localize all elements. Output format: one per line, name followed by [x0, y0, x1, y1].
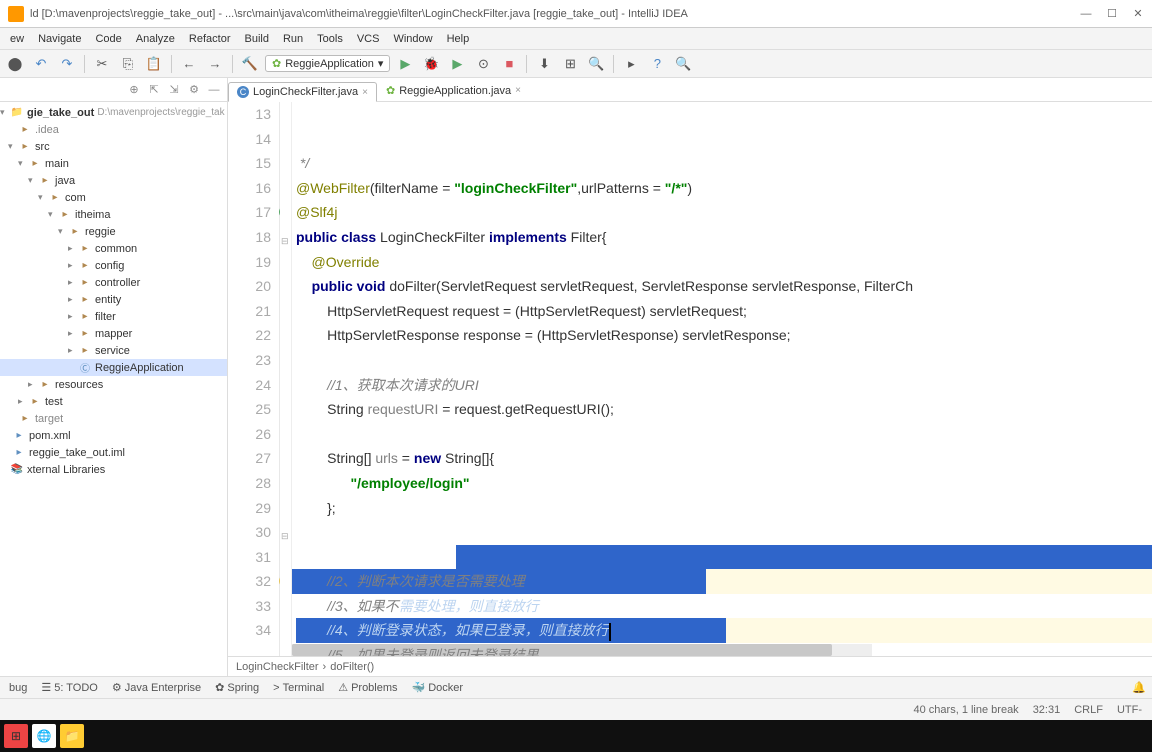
cut-icon[interactable]: ✂ — [91, 53, 113, 75]
tree-node-filter[interactable]: ▸▸filter — [0, 308, 227, 325]
menu-run[interactable]: Run — [277, 31, 309, 47]
tree-node-reggie_take_out.iml[interactable]: ▸reggie_take_out.iml — [0, 444, 227, 461]
selection-info: 40 chars, 1 line break — [914, 704, 1019, 716]
tree-node-resources[interactable]: ▸▸resources — [0, 376, 227, 393]
tool-tab-terminal[interactable]: > Terminal — [273, 682, 324, 694]
file-encoding[interactable]: UTF- — [1117, 704, 1142, 716]
tab-ReggieApplication.java[interactable]: ✿ReggieApplication.java× — [377, 80, 530, 101]
tool-tab-problems[interactable]: ⚠ Problems — [338, 681, 397, 694]
profile-button[interactable]: ⊙ — [472, 53, 494, 75]
editor-tabs: CLoginCheckFilter.java×✿ReggieApplicatio… — [228, 78, 1152, 102]
breadcrumb[interactable]: LoginCheckFilter›doFilter() — [228, 656, 1152, 676]
tab-LoginCheckFilter.java[interactable]: CLoginCheckFilter.java× — [228, 82, 377, 102]
title-bar: ld [D:\mavenprojects\reggie_take_out] - … — [0, 0, 1152, 28]
menu-vcs[interactable]: VCS — [351, 31, 386, 47]
close-icon: × — [362, 87, 368, 98]
tree-node-itheima[interactable]: ▾▸itheima — [0, 206, 227, 223]
back-button[interactable]: ⬤ — [4, 53, 26, 75]
start-icon[interactable]: ⊞ — [4, 724, 28, 748]
close-button[interactable]: ✕ — [1132, 8, 1144, 20]
chevron-down-icon: ▾ — [378, 57, 384, 70]
menu-window[interactable]: Window — [387, 31, 438, 47]
spring-icon: ✿ — [272, 57, 281, 70]
tree-node-com[interactable]: ▾▸com — [0, 189, 227, 206]
menu-navigate[interactable]: Navigate — [32, 31, 87, 47]
copy-icon[interactable]: ⎘ — [117, 53, 139, 75]
menu-code[interactable]: Code — [89, 31, 127, 47]
window-title: ld [D:\mavenprojects\reggie_take_out] - … — [30, 8, 1080, 20]
tree-node-ReggieApplication[interactable]: ⒸReggieApplication — [0, 359, 227, 376]
menu-tools[interactable]: Tools — [311, 31, 349, 47]
tool-tab-spring[interactable]: ✿ Spring — [215, 681, 259, 694]
app-icon — [8, 6, 24, 22]
paste-icon[interactable]: 📋 — [143, 53, 165, 75]
editor-area: CLoginCheckFilter.java×✿ReggieApplicatio… — [228, 78, 1152, 676]
settings-icon[interactable]: ▸ — [620, 53, 642, 75]
forward-nav-icon[interactable]: → — [204, 53, 226, 75]
tree-node-target[interactable]: ▸target — [0, 410, 227, 427]
close-icon: × — [515, 85, 521, 96]
tool-tab-bug[interactable]: bug — [6, 682, 27, 694]
line-separator[interactable]: CRLF — [1074, 704, 1103, 716]
tree-node-xternal Libraries[interactable]: 📚xternal Libraries — [0, 461, 227, 478]
tool-tab-docker[interactable]: 🐳 Docker — [412, 681, 464, 694]
menu-refactor[interactable]: Refactor — [183, 31, 237, 47]
search-everywhere-icon[interactable]: 🔍 — [672, 53, 694, 75]
build-icon[interactable]: 🔨 — [239, 53, 261, 75]
collapse-all-icon[interactable]: ⇲ — [165, 81, 183, 99]
menu-analyze[interactable]: Analyze — [130, 31, 181, 47]
vcs-icon[interactable]: ⬇ — [533, 53, 555, 75]
tree-node-entity[interactable]: ▸▸entity — [0, 291, 227, 308]
tree-node-controller[interactable]: ▸▸controller — [0, 274, 227, 291]
menu-bar: ewNavigateCodeAnalyzeRefactorBuildRunToo… — [0, 28, 1152, 50]
run-config-selector[interactable]: ✿ ReggieApplication ▾ — [265, 55, 390, 72]
explorer-icon[interactable]: 📁 — [60, 724, 84, 748]
tool-tab-java enterprise[interactable]: ⚙ Java Enterprise — [112, 681, 201, 694]
chrome-icon[interactable]: 🌐 — [32, 724, 56, 748]
tree-node-common[interactable]: ▸▸common — [0, 240, 227, 257]
help-icon[interactable]: ? — [646, 53, 668, 75]
expand-all-icon[interactable]: ⇱ — [145, 81, 163, 99]
breadcrumb-item[interactable]: doFilter() — [330, 661, 374, 673]
tree-node-pom.xml[interactable]: ▸pom.xml — [0, 427, 227, 444]
tool-tab-todo[interactable]: ☰5: TODO — [41, 681, 97, 694]
project-tree[interactable]: ▾📁 gie_take_out D:\mavenprojects\reggie_… — [0, 102, 227, 676]
status-bar: 40 chars, 1 line break 32:31 CRLF UTF- — [0, 698, 1152, 720]
redo-icon[interactable]: ↷ — [56, 53, 78, 75]
search-icon[interactable]: 🔍 — [585, 53, 607, 75]
event-log-icon[interactable]: 🔔 — [1132, 681, 1146, 694]
tree-node-java[interactable]: ▾▸java — [0, 172, 227, 189]
run-button[interactable]: ▶ — [394, 53, 416, 75]
hide-icon[interactable]: — — [205, 81, 223, 99]
structure-icon[interactable]: ⊞ — [559, 53, 581, 75]
tree-node-main[interactable]: ▾▸main — [0, 155, 227, 172]
stop-button[interactable]: ■ — [498, 53, 520, 75]
menu-ew[interactable]: ew — [4, 31, 30, 47]
tree-node-.idea[interactable]: ▸.idea — [0, 121, 227, 138]
maximize-button[interactable]: ☐ — [1106, 8, 1118, 20]
tree-node-config[interactable]: ▸▸config — [0, 257, 227, 274]
back-nav-icon[interactable]: ← — [178, 53, 200, 75]
tree-node-mapper[interactable]: ▸▸mapper — [0, 325, 227, 342]
select-opened-icon[interactable]: ⊕ — [125, 81, 143, 99]
tree-node-src[interactable]: ▾▸src — [0, 138, 227, 155]
caret-position: 32:31 — [1033, 704, 1061, 716]
project-root[interactable]: ▾📁 gie_take_out D:\mavenprojects\reggie_… — [0, 104, 227, 121]
menu-help[interactable]: Help — [441, 31, 476, 47]
project-sidebar: ⊕ ⇱ ⇲ ⚙ — ▾📁 gie_take_out D:\mavenprojec… — [0, 78, 228, 676]
debug-button[interactable]: 🐞 — [420, 53, 442, 75]
tree-node-test[interactable]: ▸▸test — [0, 393, 227, 410]
tree-node-reggie[interactable]: ▾▸reggie — [0, 223, 227, 240]
minimize-button[interactable]: — — [1080, 8, 1092, 20]
undo-icon[interactable]: ↶ — [30, 53, 52, 75]
tool-window-bar: bug ☰5: TODO ⚙ Java Enterprise ✿ Spring > Te… — [0, 676, 1152, 698]
code-editor[interactable]: ▶131415161718192021222324252627282930313… — [228, 102, 1152, 656]
breadcrumb-item[interactable]: LoginCheckFilter — [236, 661, 319, 673]
menu-build[interactable]: Build — [239, 31, 275, 47]
tree-node-service[interactable]: ▸▸service — [0, 342, 227, 359]
coverage-button[interactable]: ▶ — [446, 53, 468, 75]
settings-icon[interactable]: ⚙ — [185, 81, 203, 99]
toolbar: ⬤ ↶ ↷ ✂ ⎘ 📋 ← → 🔨 ✿ ReggieApplication ▾ … — [0, 50, 1152, 78]
windows-taskbar[interactable]: ⊞ 🌐 📁 — [0, 720, 1152, 752]
